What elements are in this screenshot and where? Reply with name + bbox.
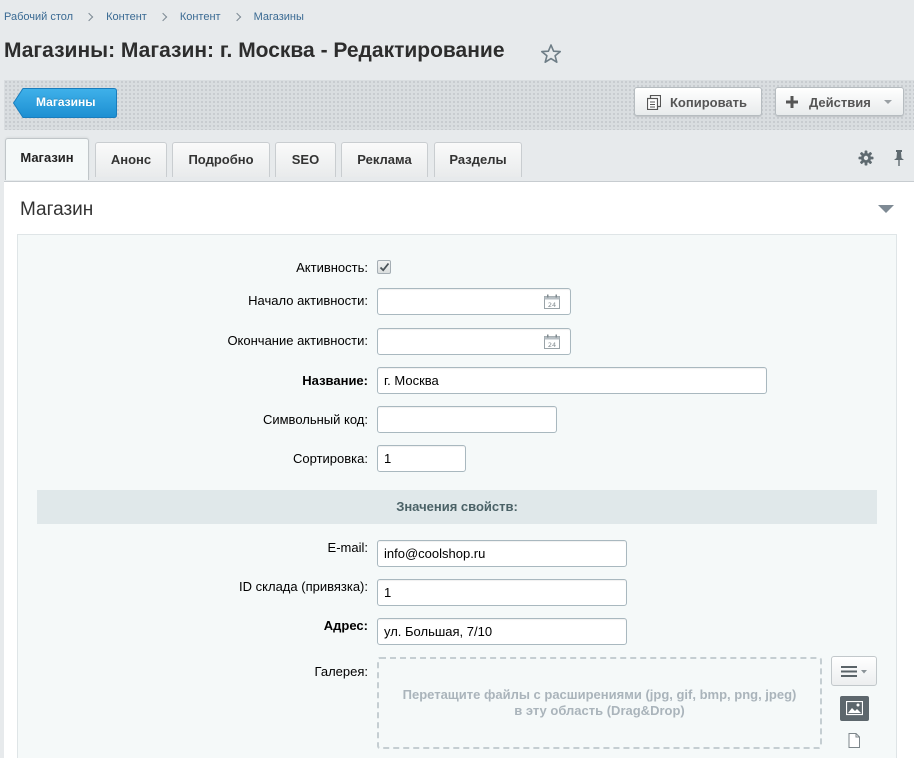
tab-details[interactable]: Подробно bbox=[172, 142, 270, 177]
plus-icon bbox=[786, 96, 798, 108]
tab-bar: Магазин Анонс Подробно SEO Реклама Разде… bbox=[4, 136, 914, 182]
back-to-shops-button[interactable]: Магазины bbox=[13, 88, 117, 118]
copy-button-label: Копировать bbox=[670, 95, 748, 110]
star-icon[interactable] bbox=[540, 43, 562, 65]
actions-button[interactable]: Действия bbox=[775, 87, 904, 116]
gallery-label: Галерея: bbox=[314, 664, 368, 679]
breadcrumb-item-content[interactable]: Контент bbox=[106, 11, 147, 23]
breadcrumb-separator-icon bbox=[232, 12, 241, 22]
sort-input[interactable] bbox=[377, 445, 466, 472]
gallery-image-view-button[interactable] bbox=[840, 696, 869, 721]
code-label: Символьный код: bbox=[262, 412, 368, 427]
gear-icon[interactable] bbox=[858, 150, 874, 166]
email-label: E-mail: bbox=[327, 540, 368, 555]
breadcrumb-item-shops[interactable]: Магазины bbox=[254, 11, 304, 23]
page-title: Магазины: Магазин: г. Москва - Редактиро… bbox=[4, 39, 505, 62]
copy-button[interactable]: Копировать bbox=[634, 87, 762, 116]
end-date-label: Окончание активности: bbox=[227, 333, 368, 348]
active-checkbox[interactable] bbox=[377, 260, 391, 274]
name-label: Название: bbox=[302, 373, 368, 388]
end-date-input[interactable] bbox=[377, 328, 571, 355]
svg-text:24: 24 bbox=[548, 301, 556, 309]
actions-button-label: Действия bbox=[809, 95, 871, 110]
svg-text:24: 24 bbox=[548, 341, 556, 349]
section-title: Магазин bbox=[20, 199, 94, 220]
copy-icon bbox=[647, 95, 661, 110]
warehouse-id-input[interactable] bbox=[377, 579, 627, 606]
breadcrumb-separator-icon bbox=[158, 12, 168, 22]
tab-seo[interactable]: SEO bbox=[275, 142, 336, 177]
active-label: Активность: bbox=[296, 260, 368, 275]
calendar-icon[interactable]: 24 bbox=[544, 294, 560, 309]
breadcrumb-separator-icon bbox=[84, 12, 94, 22]
tab-advertising[interactable]: Реклама bbox=[341, 142, 428, 177]
checkmark-icon bbox=[379, 262, 390, 272]
email-input[interactable] bbox=[377, 540, 627, 567]
address-label: Адрес: bbox=[323, 618, 368, 633]
address-input[interactable] bbox=[377, 618, 627, 645]
back-button-label: Магазины bbox=[36, 95, 96, 109]
warehouse-id-label: ID склада (привязка): bbox=[239, 579, 368, 594]
file-icon[interactable] bbox=[848, 733, 860, 748]
code-input[interactable] bbox=[377, 406, 557, 433]
name-input[interactable] bbox=[377, 367, 767, 394]
menu-icon bbox=[841, 666, 867, 677]
tab-shop[interactable]: Магазин bbox=[5, 138, 89, 180]
breadcrumb-item-desktop[interactable]: Рабочий стол bbox=[4, 11, 73, 23]
gallery-dropzone[interactable]: Перетащите файлы с расширениями (jpg, gi… bbox=[377, 657, 822, 749]
tab-announce[interactable]: Анонс bbox=[95, 142, 167, 177]
breadcrumb: Рабочий стол Контент Контент Магазины bbox=[4, 10, 304, 24]
pin-icon[interactable] bbox=[892, 149, 906, 167]
properties-header: Значения свойств: bbox=[37, 490, 877, 524]
chevron-down-icon bbox=[884, 100, 892, 104]
start-date-input[interactable] bbox=[377, 288, 571, 315]
tab-sections[interactable]: Разделы bbox=[434, 142, 522, 177]
collapse-triangle-icon[interactable] bbox=[878, 205, 894, 213]
gallery-menu-button[interactable] bbox=[831, 656, 877, 686]
image-icon bbox=[846, 701, 863, 716]
start-date-label: Начало активности: bbox=[248, 293, 368, 308]
calendar-icon[interactable]: 24 bbox=[544, 334, 560, 349]
sort-label: Сортировка: bbox=[293, 451, 368, 466]
breadcrumb-item-content-2[interactable]: Контент bbox=[180, 11, 221, 23]
